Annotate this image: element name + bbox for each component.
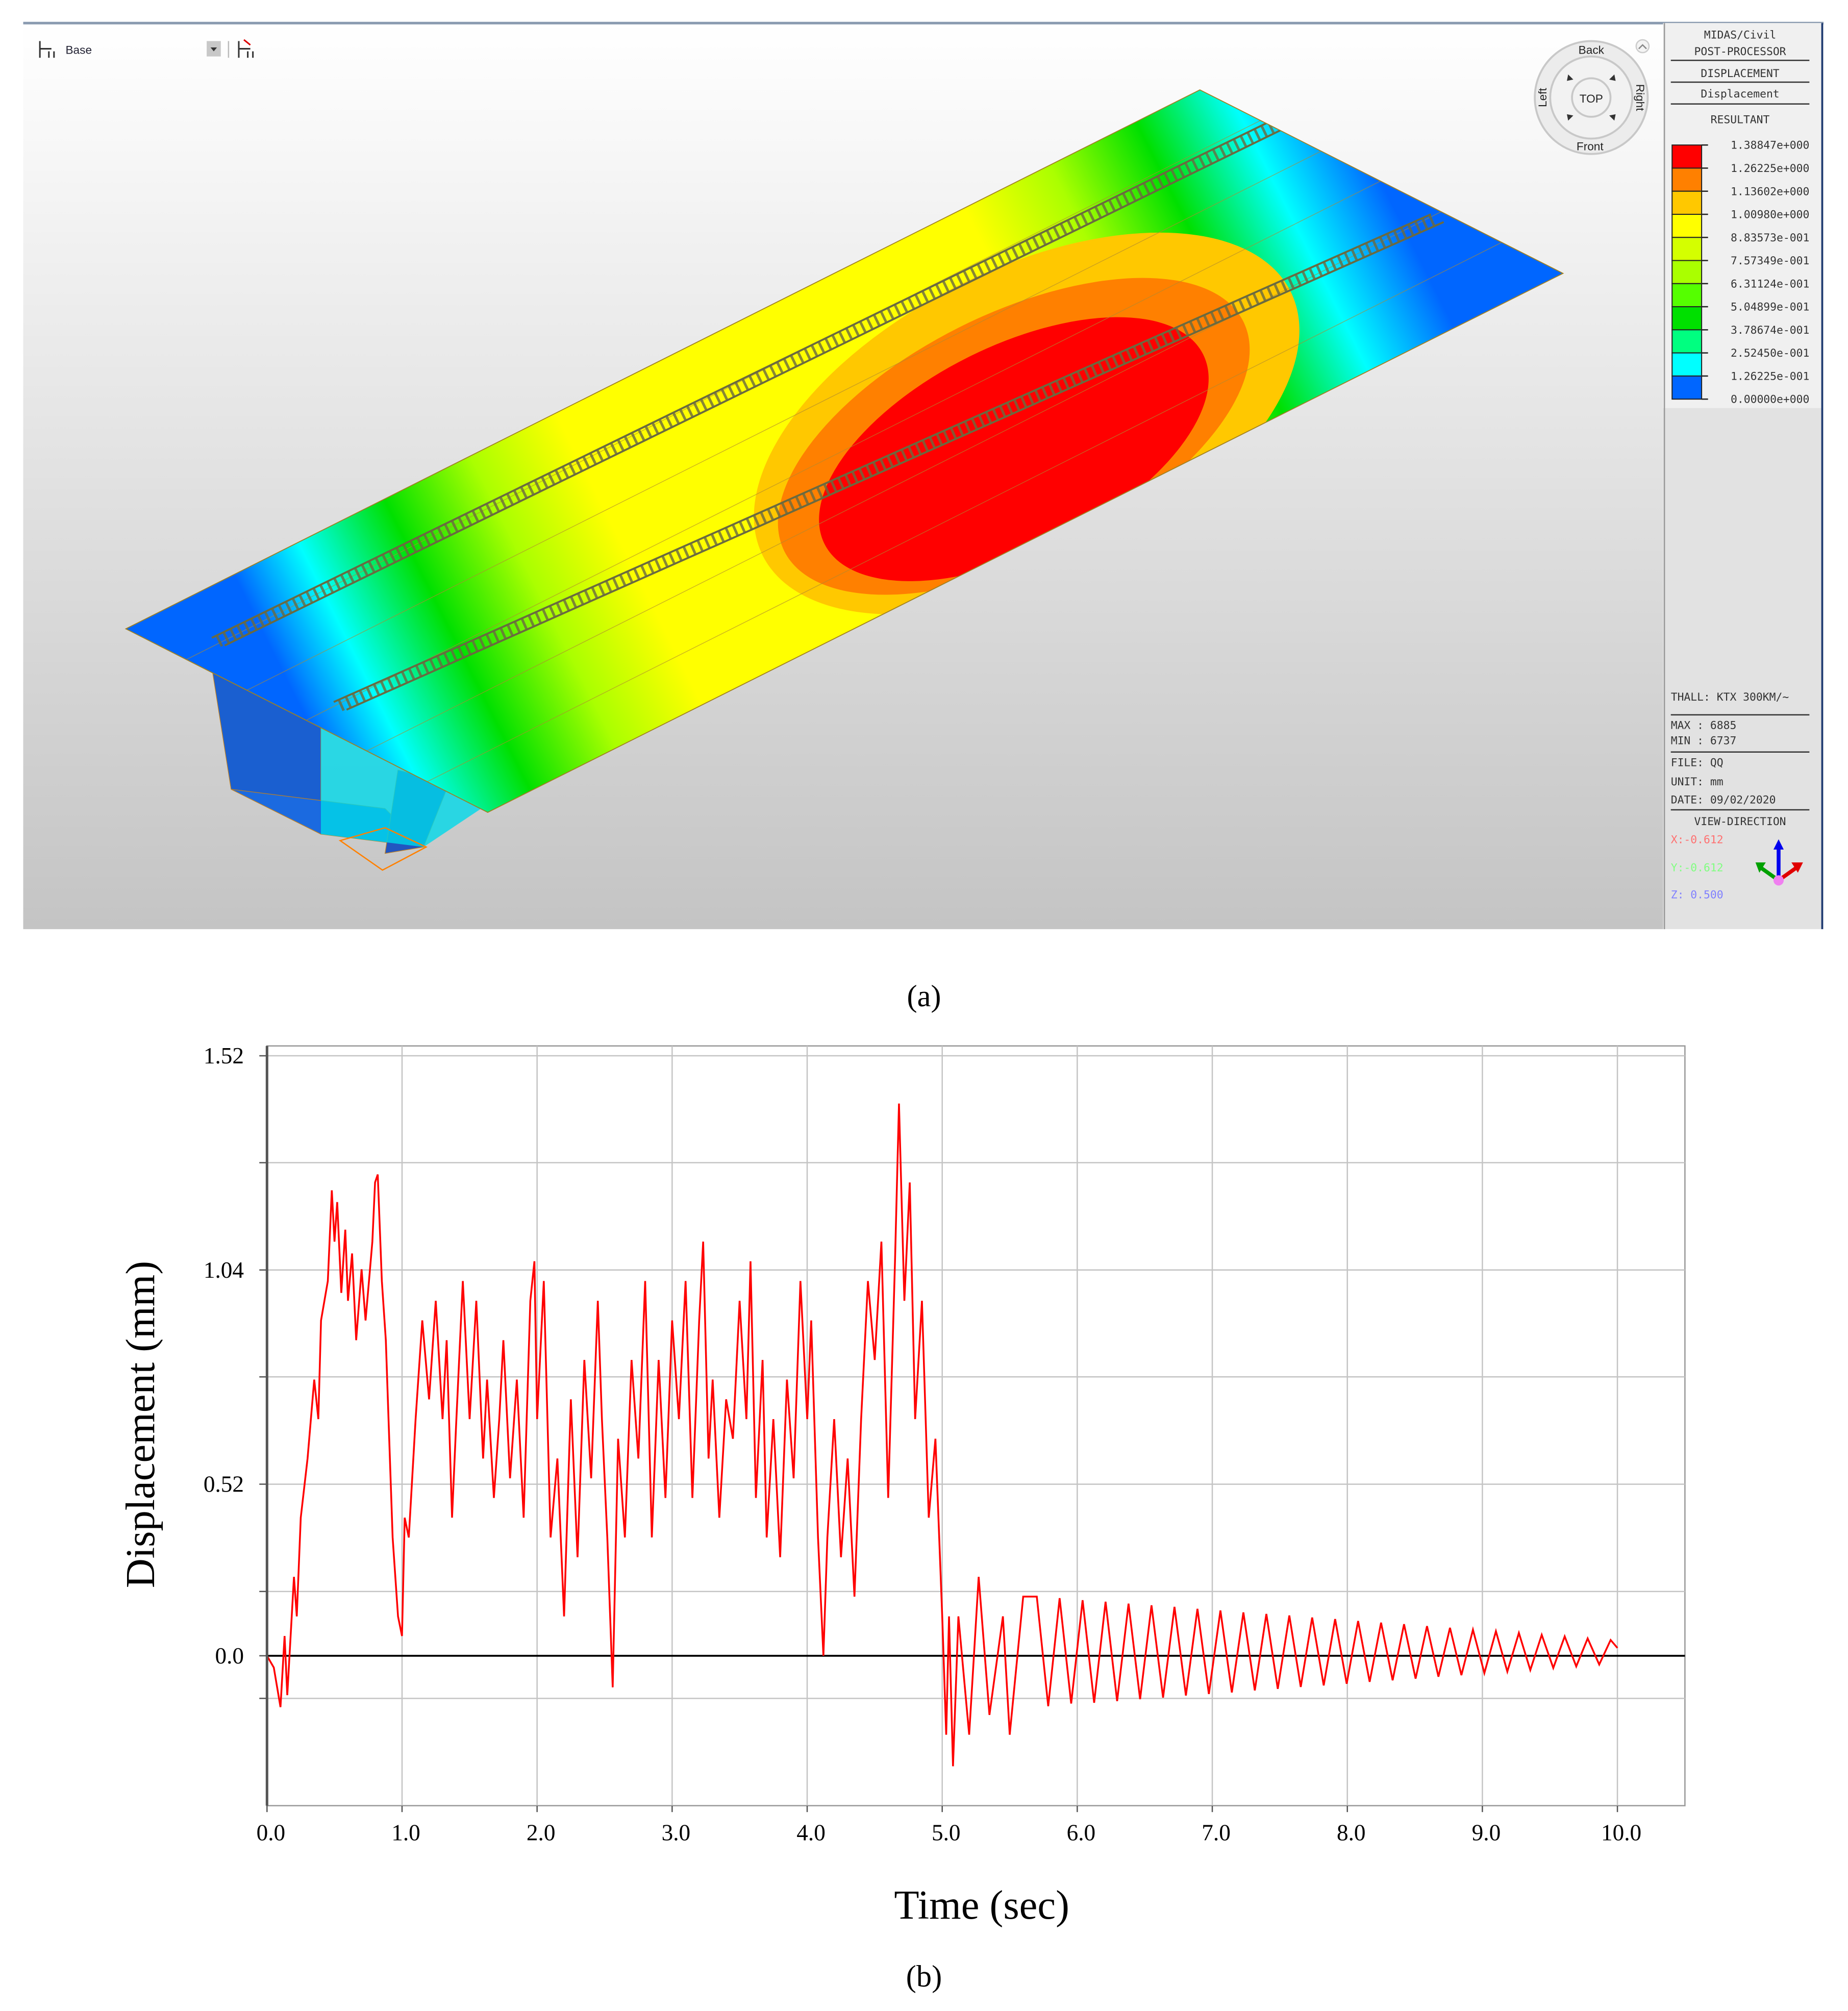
app-name: MIDAS/Civil [1704, 29, 1776, 41]
result-panel: MIDAS/Civil POST-PROCESSOR DISPLACEMENT … [1663, 23, 1824, 929]
x-tick-label: 6.0 [1067, 1820, 1096, 1846]
legend-value: 1.38847e+000 [1731, 139, 1809, 152]
x-tick-label: 4.0 [796, 1820, 826, 1846]
view-direction-z: Z: 0.500 [1671, 888, 1724, 901]
legend-value: 1.26225e+000 [1731, 162, 1809, 175]
view-direction-y: Y:-0.612 [1671, 862, 1724, 875]
view-right-button[interactable]: Right [1634, 84, 1646, 112]
legend-value: 1.00980e+000 [1731, 209, 1809, 221]
legend-swatch [1671, 167, 1703, 192]
module-name: POST-PROCESSOR [1694, 45, 1786, 58]
view-top-button[interactable]: TOP [1580, 92, 1603, 105]
x-axis-label: Time (sec) [894, 1882, 1069, 1928]
legend-value: 5.04899e-001 [1731, 301, 1809, 314]
result-subtype: Displacement [1701, 88, 1779, 101]
result-type: DISPLACEMENT [1701, 67, 1779, 80]
y-tick-label: 0.52 [204, 1472, 244, 1497]
view-direction-title: VIEW-DIRECTION [1694, 815, 1786, 828]
legend-swatch [1671, 213, 1703, 238]
legend-value: 6.31124e-001 [1731, 278, 1809, 290]
x-tick-label: 3.0 [662, 1820, 691, 1846]
legend-swatch [1671, 237, 1703, 261]
legend-value: 2.52450e-001 [1731, 347, 1809, 360]
view-direction-x: X:-0.612 [1671, 833, 1724, 846]
result-component: RESULTANT [1711, 113, 1770, 126]
caption-b: (b) [906, 1959, 942, 1994]
view-front-button[interactable]: Front [1577, 140, 1604, 153]
x-tick-label: 5.0 [932, 1820, 961, 1846]
y-tick-label: 0.0 [215, 1643, 244, 1669]
legend-swatch [1671, 375, 1703, 400]
legend-swatch [1671, 190, 1703, 215]
legend-swatch [1671, 352, 1703, 377]
x-tick-label: 0.0 [257, 1820, 286, 1846]
x-tick-label: 10.0 [1601, 1820, 1641, 1846]
legend-swatch [1671, 329, 1703, 354]
legend-value: 0.00000e+000 [1731, 393, 1809, 406]
legend-swatch [1671, 283, 1703, 308]
x-tick-label: 9.0 [1472, 1820, 1501, 1846]
x-tick-label: 8.0 [1337, 1820, 1366, 1846]
caption-a: (a) [907, 979, 941, 1013]
y-tick-label: 1.52 [204, 1043, 244, 1069]
load-case: THALL: KTX 300KM/~ [1671, 691, 1789, 704]
y-tick-label: 1.04 [204, 1257, 244, 1283]
legend-swatch [1671, 144, 1703, 169]
y-axis-label: Displacement (mm) [118, 1261, 163, 1588]
legend-swatch [1671, 306, 1703, 331]
x-tick-label: 7.0 [1202, 1820, 1231, 1846]
model-viewport[interactable] [23, 21, 1824, 929]
legend-value: 8.83573e-001 [1731, 232, 1809, 244]
file-name: FILE: QQ [1671, 756, 1724, 769]
max-node: MAX : 6885 [1671, 719, 1737, 732]
collapse-cube-button[interactable] [1635, 39, 1650, 54]
legend-swatch [1671, 260, 1703, 284]
x-tick-label: 2.0 [527, 1820, 556, 1846]
x-tick-label: 1.0 [391, 1820, 420, 1846]
view-back-button[interactable]: Back [1579, 44, 1605, 57]
date: DATE: 09/02/2020 [1671, 793, 1776, 806]
legend-value: 1.13602e+000 [1731, 185, 1809, 198]
view-left-button[interactable]: Left [1536, 88, 1549, 107]
legend-value: 3.78674e-001 [1731, 324, 1809, 337]
min-node: MIN : 6737 [1671, 735, 1737, 748]
view-select-value[interactable]: Base [65, 44, 92, 57]
figure: Base Back Front Left Right TOP MIDAS/Civ… [23, 21, 1824, 1994]
legend-value: 7.57349e-001 [1731, 255, 1809, 267]
unit: UNIT: mm [1671, 776, 1724, 788]
displacement-chart: 0.0 1.0 2.0 3.0 4.0 5.0 6.0 7.0 8.0 9.0 10.0 1.52 1.… [118, 1043, 1686, 1928]
legend-value: 1.26225e-001 [1731, 370, 1809, 383]
